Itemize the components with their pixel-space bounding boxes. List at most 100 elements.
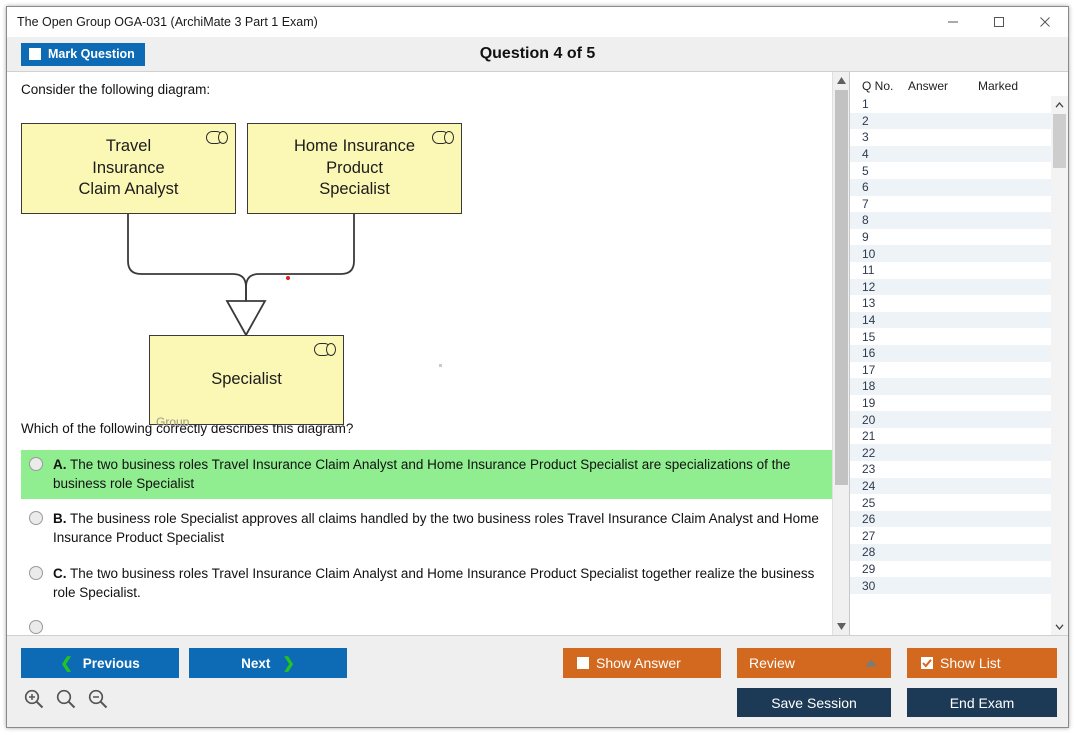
question-list-row[interactable]: 26 bbox=[850, 510, 1051, 528]
scroll-down-icon[interactable] bbox=[1051, 618, 1068, 635]
close-icon[interactable] bbox=[1022, 7, 1068, 37]
radio-button[interactable] bbox=[29, 511, 43, 526]
row-question-number: 5 bbox=[862, 163, 869, 178]
question-list-row[interactable]: 7 bbox=[850, 196, 1051, 213]
next-button[interactable]: Next ❯ bbox=[189, 648, 347, 678]
minimize-icon[interactable] bbox=[930, 7, 976, 37]
zoom-out-icon[interactable] bbox=[87, 688, 109, 710]
question-list-row[interactable]: 19 bbox=[850, 395, 1051, 412]
save-session-button[interactable]: Save Session bbox=[737, 688, 891, 717]
answer-option-letter: C. bbox=[53, 565, 67, 581]
question-list-row[interactable]: 6 bbox=[850, 178, 1051, 196]
scroll-down-icon[interactable] bbox=[833, 618, 850, 635]
row-question-number: 15 bbox=[862, 329, 876, 344]
scroll-up-icon[interactable] bbox=[833, 72, 850, 89]
answer-options-list: A. The two business roles Travel Insuran… bbox=[21, 450, 835, 635]
zoom-toolbar bbox=[23, 688, 109, 710]
question-list-row[interactable]: 18 bbox=[850, 378, 1051, 395]
question-list-row[interactable]: 20 bbox=[850, 411, 1051, 428]
question-list-header: Q No. Answer Marked bbox=[850, 72, 1068, 96]
radio-button[interactable] bbox=[29, 565, 43, 580]
check-icon bbox=[922, 659, 932, 668]
mark-question-button[interactable]: Mark Question bbox=[21, 42, 145, 66]
row-question-number: 1 bbox=[862, 97, 869, 112]
row-question-number: 27 bbox=[862, 528, 876, 543]
question-list-row[interactable]: 4 bbox=[850, 145, 1051, 163]
question-list-row[interactable]: 11 bbox=[850, 262, 1051, 279]
archimate-node-label: Specialist bbox=[211, 370, 282, 389]
question-list-row[interactable]: 10 bbox=[850, 245, 1051, 262]
row-question-number: 26 bbox=[862, 512, 876, 527]
show-list-checkbox[interactable] bbox=[921, 657, 933, 669]
row-question-number: 4 bbox=[862, 147, 869, 162]
question-list-scrollbar[interactable] bbox=[1051, 96, 1068, 635]
question-list-row[interactable]: 24 bbox=[850, 477, 1051, 495]
answer-option-letter: B. bbox=[53, 511, 67, 527]
group-label: Group bbox=[156, 415, 190, 426]
answer-option-text: C. The two business roles Travel Insuran… bbox=[53, 564, 829, 602]
review-dropdown[interactable]: Review bbox=[737, 648, 891, 678]
question-list-row[interactable]: 13 bbox=[850, 295, 1051, 312]
question-list-row[interactable]: 14 bbox=[850, 311, 1051, 329]
question-list-row[interactable]: 2 bbox=[850, 112, 1051, 130]
column-header-answer: Answer bbox=[908, 79, 949, 93]
show-list-button[interactable]: Show List bbox=[907, 648, 1057, 678]
question-list-row[interactable]: 25 bbox=[850, 494, 1051, 511]
scrollbar-thumb[interactable] bbox=[834, 90, 848, 485]
maximize-icon[interactable] bbox=[976, 7, 1022, 37]
answer-option-c[interactable]: C. The two business roles Travel Insuran… bbox=[21, 559, 835, 608]
mark-question-checkbox[interactable] bbox=[29, 48, 41, 60]
question-list-row[interactable]: 21 bbox=[850, 428, 1051, 445]
row-question-number: 6 bbox=[862, 180, 869, 195]
archimate-node-home-insurance-product-specialist[interactable]: Home Insurance Product Specialist bbox=[247, 123, 462, 214]
row-question-number: 11 bbox=[862, 263, 875, 278]
end-exam-button[interactable]: End Exam bbox=[907, 688, 1057, 717]
show-answer-button[interactable]: Show Answer bbox=[563, 648, 721, 678]
exam-body: Consider the following diagram: Travel I… bbox=[7, 72, 1068, 635]
question-list-row[interactable]: 30 bbox=[850, 577, 1051, 594]
window-title: The Open Group OGA-031 (ArchiMate 3 Part… bbox=[17, 15, 318, 29]
question-pane-scrollbar[interactable] bbox=[832, 72, 849, 635]
scrollbar-thumb[interactable] bbox=[1053, 114, 1066, 168]
radio-button[interactable] bbox=[29, 619, 43, 634]
question-list-row[interactable]: 17 bbox=[850, 362, 1051, 379]
question-counter: Question 4 of 5 bbox=[479, 45, 596, 62]
question-list-row[interactable]: 8 bbox=[850, 212, 1051, 229]
row-question-number: 23 bbox=[862, 462, 876, 477]
answer-option-body: The two business roles Travel Insurance … bbox=[53, 457, 791, 492]
question-list-row[interactable]: 1 bbox=[850, 96, 1051, 113]
question-list-row[interactable]: 5 bbox=[850, 162, 1051, 179]
question-list-row[interactable]: 22 bbox=[850, 444, 1051, 462]
exam-window: The Open Group OGA-031 (ArchiMate 3 Part… bbox=[6, 6, 1069, 728]
question-list-row[interactable]: 23 bbox=[850, 461, 1051, 478]
question-list-row[interactable]: 12 bbox=[850, 278, 1051, 296]
chevron-up-icon bbox=[865, 659, 877, 667]
show-answer-checkbox[interactable] bbox=[577, 657, 589, 669]
question-list-row[interactable]: 9 bbox=[850, 229, 1051, 246]
question-list-row[interactable]: 29 bbox=[850, 561, 1051, 578]
answer-option-d-partial[interactable] bbox=[21, 613, 835, 635]
previous-button[interactable]: ❮ Previous bbox=[21, 648, 179, 678]
radio-button[interactable] bbox=[29, 457, 43, 471]
question-list-row[interactable]: 15 bbox=[850, 328, 1051, 345]
row-question-number: 24 bbox=[862, 478, 876, 493]
archimate-diagram: Travel Insurance Claim Analyst Home Insura… bbox=[21, 109, 581, 426]
business-role-icon bbox=[314, 343, 336, 356]
zoom-reset-icon[interactable] bbox=[55, 688, 77, 710]
answer-option-b[interactable]: B. The business role Specialist approves… bbox=[21, 504, 835, 553]
mark-question-label: Mark Question bbox=[48, 47, 135, 61]
archimate-node-specialist[interactable]: Specialist Group bbox=[149, 335, 344, 426]
window-controls bbox=[930, 7, 1068, 37]
answer-option-body: The two business roles Travel Insurance … bbox=[53, 565, 815, 600]
question-list-row[interactable]: 3 bbox=[850, 129, 1051, 146]
question-list-row[interactable]: 28 bbox=[850, 544, 1051, 561]
question-list-body: 1 2 3 4 5 6 7 8 9 10 11 12 13 14 15 16 17 18 19 20 21 22 23 24 2… bbox=[850, 96, 1068, 635]
question-list-row[interactable]: 16 bbox=[850, 344, 1051, 362]
row-question-number: 2 bbox=[862, 113, 869, 128]
archimate-node-travel-insurance-claim-analyst[interactable]: Travel Insurance Claim Analyst bbox=[21, 123, 236, 214]
question-list-row[interactable]: 27 bbox=[850, 527, 1051, 544]
scroll-up-icon[interactable] bbox=[1051, 96, 1068, 113]
zoom-in-icon[interactable] bbox=[23, 688, 45, 710]
answer-option-a[interactable]: A. The two business roles Travel Insuran… bbox=[21, 450, 835, 500]
next-label: Next bbox=[241, 655, 271, 671]
